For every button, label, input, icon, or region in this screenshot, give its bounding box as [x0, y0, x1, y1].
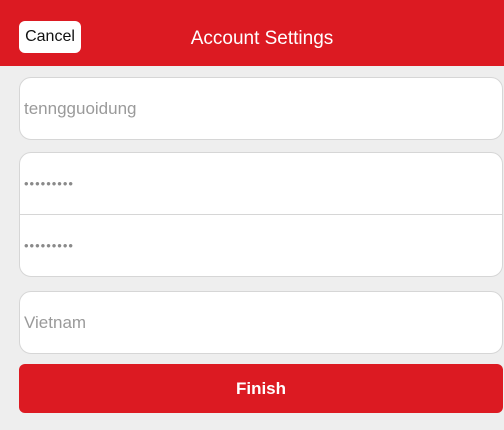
username-group: [19, 77, 503, 140]
username-input[interactable]: [20, 78, 502, 139]
navigation-bar: Cancel Account Settings: [0, 0, 504, 66]
finish-button[interactable]: Finish: [19, 364, 503, 413]
password-input[interactable]: [20, 153, 502, 214]
country-group: [19, 291, 503, 354]
password-group: [19, 152, 503, 277]
country-input[interactable]: [20, 292, 502, 353]
page-title: Account Settings: [190, 28, 334, 49]
confirm-password-input[interactable]: [20, 215, 502, 276]
